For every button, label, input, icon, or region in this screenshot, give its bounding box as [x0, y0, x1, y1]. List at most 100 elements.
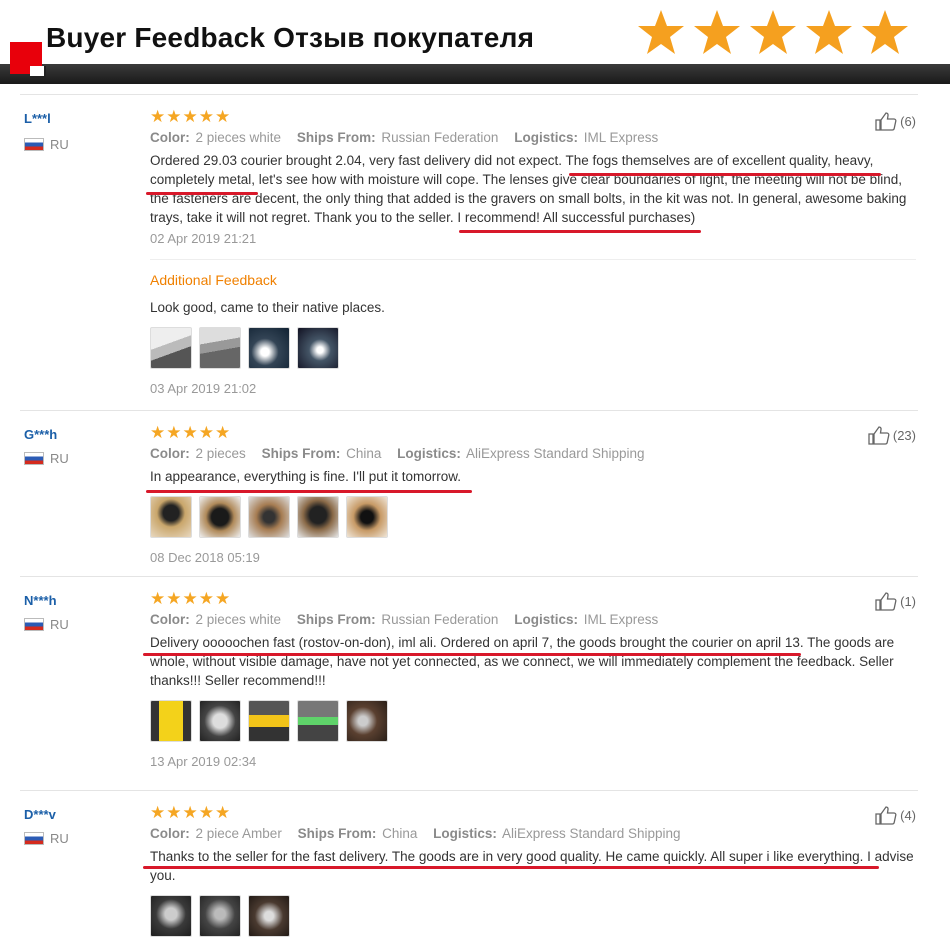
photo-thumbnail[interactable]: [150, 496, 192, 538]
photo-thumbnail[interactable]: [346, 496, 388, 538]
star-icon: ★: [182, 107, 198, 126]
additional-feedback-date: 03 Apr 2019 21:02: [150, 381, 257, 396]
photo-thumbnail[interactable]: [297, 700, 339, 742]
reviewer-name[interactable]: L***l: [24, 111, 51, 126]
reviewer-name[interactable]: N***h: [24, 593, 57, 608]
photo-thumbnail[interactable]: [150, 895, 192, 937]
russia-flag-icon: [24, 618, 44, 631]
star-icon: ★: [150, 803, 166, 822]
country-code: RU: [50, 451, 69, 466]
photo-thumbnail[interactable]: [248, 327, 290, 369]
star-rating: ★ ★ ★ ★ ★: [150, 589, 918, 608]
photo-thumbnail[interactable]: [248, 700, 290, 742]
photo-thumbnails: [150, 895, 918, 937]
russia-flag-icon: [24, 138, 44, 151]
star-icon: ★: [166, 589, 182, 608]
review-content: ★ ★ ★ ★ ★ Color: 2 piece Amber Ships From: C…: [150, 803, 918, 937]
star-icon: [694, 10, 740, 54]
logistics-label: Logistics:: [514, 612, 578, 627]
banner-corner-mark: [30, 66, 46, 78]
review-text: Delivery ooooochen fast (rostov-on-don),…: [150, 635, 895, 688]
photo-thumbnail[interactable]: [346, 700, 388, 742]
logistics-value: AliExpress Standard Shipping: [501, 826, 681, 841]
star-icon: ★: [215, 107, 231, 126]
star-icon: ★: [182, 423, 198, 442]
review-date: 02 Apr 2019 21:21: [150, 231, 257, 246]
additional-feedback-label: Additional Feedback: [150, 272, 277, 288]
review-content: ★ ★ ★ ★ ★ Color: 2 pieces Ships From: China …: [150, 423, 918, 565]
highlight-underline: [146, 490, 472, 493]
star-icon: ★: [150, 589, 166, 608]
color-label: Color:: [150, 446, 190, 461]
color-label: Color:: [150, 130, 190, 145]
photo-thumbnail[interactable]: [150, 700, 192, 742]
logistics-value: IML Express: [583, 612, 659, 627]
star-icon: ★: [198, 423, 214, 442]
star-icon: ★: [166, 423, 182, 442]
ships-from-value: China: [382, 826, 418, 841]
buyer-feedback-banner: Buyer Feedback Отзыв покупателя: [0, 0, 950, 96]
review-meta: Color: 2 pieces white Ships From: Russia…: [150, 612, 918, 627]
photo-thumbnail[interactable]: [199, 895, 241, 937]
star-icon: ★: [182, 803, 198, 822]
divider: [150, 259, 916, 260]
star-rating: ★ ★ ★ ★ ★: [150, 423, 918, 442]
star-icon: ★: [198, 107, 214, 126]
review-date: 13 Apr 2019 02:34: [150, 754, 257, 769]
review-content: ★ ★ ★ ★ ★ Color: 2 pieces white Ships From: …: [150, 589, 918, 769]
review-text: In appearance, everything is fine. I'll …: [150, 469, 461, 484]
country-code: RU: [50, 617, 69, 632]
banner-stars: [636, 8, 910, 58]
reviewer-name[interactable]: G***h: [24, 427, 57, 442]
highlight-underline: [146, 192, 258, 195]
ships-from-value: Russian Federation: [381, 130, 499, 145]
star-icon: ★: [215, 423, 231, 442]
banner-title: Buyer Feedback Отзыв покупателя: [46, 22, 535, 53]
photo-thumbnail[interactable]: [297, 496, 339, 538]
photo-thumbnail[interactable]: [150, 327, 192, 369]
photo-thumbnail[interactable]: [199, 496, 241, 538]
review-item: L***l RU (6) ★ ★ ★ ★ ★ Color: 2 pieces white…: [20, 94, 918, 410]
country-code: RU: [50, 831, 69, 846]
photo-thumbnail[interactable]: [199, 327, 241, 369]
logistics-value: AliExpress Standard Shipping: [465, 446, 645, 461]
star-icon: ★: [198, 589, 214, 608]
highlight-underline: [143, 653, 801, 656]
color-value: 2 piece Amber: [195, 826, 282, 841]
review-text: Ordered 29.03 courier brought 2.04, very…: [150, 153, 907, 225]
highlight-underline: [143, 866, 879, 869]
star-icon: ★: [182, 589, 198, 608]
star-icon: ★: [215, 803, 231, 822]
color-value: 2 pieces: [195, 446, 246, 461]
photo-thumbnails: [150, 496, 918, 538]
photo-thumbnail[interactable]: [297, 327, 339, 369]
photo-thumbnail[interactable]: [199, 700, 241, 742]
review-item: N***h RU (1) ★ ★ ★ ★ ★ Color: 2 pieces white…: [20, 576, 918, 790]
review-item: G***h RU (23) ★ ★ ★ ★ ★ Color: 2 pieces Ship…: [20, 410, 918, 576]
star-rating: ★ ★ ★ ★ ★: [150, 107, 918, 126]
review-meta: Color: 2 pieces white Ships From: Russia…: [150, 130, 918, 145]
photo-thumbnail[interactable]: [248, 496, 290, 538]
ships-from-label: Ships From:: [296, 612, 376, 627]
star-icon: [638, 10, 684, 54]
photo-thumbnails: [150, 700, 918, 742]
color-label: Color:: [150, 612, 190, 627]
logistics-label: Logistics:: [397, 446, 461, 461]
logistics-label: Logistics:: [514, 130, 578, 145]
photo-thumbnail[interactable]: [248, 895, 290, 937]
additional-feedback-text: Look good, came to their native places.: [150, 300, 385, 315]
star-icon: ★: [150, 423, 166, 442]
star-icon: [806, 10, 852, 54]
star-icon: [862, 10, 908, 54]
russia-flag-icon: [24, 452, 44, 465]
ships-from-label: Ships From:: [261, 446, 341, 461]
review-item: D***v RU (4) ★ ★ ★ ★ ★ Color: 2 piece Amber …: [20, 790, 918, 950]
star-icon: ★: [198, 803, 214, 822]
reviewer-name[interactable]: D***v: [24, 807, 56, 822]
review-meta: Color: 2 pieces Ships From: China Logist…: [150, 446, 918, 461]
reviewer-country: RU: [24, 137, 69, 152]
color-label: Color:: [150, 826, 190, 841]
star-rating: ★ ★ ★ ★ ★: [150, 803, 918, 822]
highlight-underline: [459, 230, 701, 233]
ships-from-label: Ships From:: [296, 130, 376, 145]
